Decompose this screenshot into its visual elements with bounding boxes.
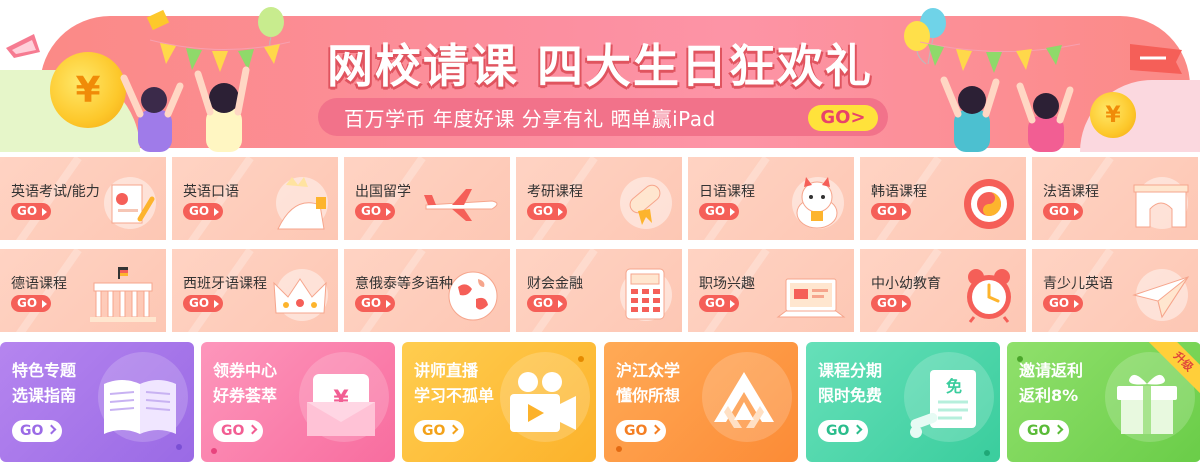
- card-go-button[interactable]: GO: [1019, 420, 1069, 442]
- category-label: 财会金融: [527, 276, 583, 292]
- card-title: 课程分期 限时免费: [818, 361, 883, 405]
- category-kids-english[interactable]: 青少儿英语 GO: [1032, 249, 1198, 332]
- category-label: 考研课程: [527, 184, 583, 200]
- category-label: 英语考试/能力: [11, 184, 100, 200]
- category-go-button[interactable]: GO: [183, 203, 223, 220]
- brandenburg-gate-icon: [88, 265, 158, 322]
- taegeuk-icon: [954, 173, 1018, 229]
- gift-box-icon: [1107, 366, 1187, 446]
- calculator-icon: [610, 265, 674, 321]
- category-korean[interactable]: 韩语课程 GO: [860, 157, 1026, 240]
- airplane-icon: [422, 173, 502, 229]
- category-go-button[interactable]: GO: [527, 203, 567, 220]
- category-label: 青少儿英语: [1043, 276, 1113, 292]
- category-go-button[interactable]: GO: [1043, 295, 1083, 312]
- category-label: 英语口语: [183, 184, 239, 200]
- coupon-icon: ¥: [301, 366, 381, 446]
- statue-of-liberty-icon: [266, 173, 330, 230]
- category-k12[interactable]: 中小幼教育 GO: [860, 249, 1026, 332]
- category-label: 韩语课程: [871, 184, 927, 200]
- category-go-button[interactable]: GO: [183, 295, 223, 312]
- category-go-button[interactable]: GO: [527, 295, 567, 312]
- category-postgraduate[interactable]: 考研课程 GO: [516, 157, 682, 240]
- card-go-button[interactable]: GO: [213, 420, 263, 442]
- banner-title: 网校请课 四大生日狂欢礼: [326, 39, 873, 93]
- card-go-button[interactable]: GO: [12, 420, 62, 442]
- crown-icon: [266, 265, 330, 321]
- mountain-logo-icon: [704, 366, 784, 446]
- card-title: 沪江众学 懂你所想: [616, 361, 681, 405]
- category-multilingual[interactable]: 意俄泰等多语种 GO: [344, 249, 510, 332]
- card-go-button[interactable]: GO: [616, 420, 666, 442]
- banner-subtitle-pill[interactable]: 百万学币 年度好课 分享有礼 晒单赢iPad GO>: [318, 98, 888, 136]
- video-camera-icon: [502, 366, 582, 446]
- card-hujiang-crowd[interactable]: 沪江众学 懂你所想 GO: [604, 342, 798, 462]
- card-go-button[interactable]: GO: [818, 420, 868, 442]
- category-go-button[interactable]: GO: [871, 295, 911, 312]
- free-document-icon: 免: [906, 366, 986, 446]
- card-invite-rebate[interactable]: 升级 邀请返利 返利8% GO: [1007, 342, 1200, 462]
- svg-text:免: 免: [946, 377, 962, 396]
- category-finance[interactable]: 财会金融 GO: [516, 249, 682, 332]
- paper-plane-icon: [1126, 265, 1190, 321]
- category-label: 职场兴趣: [699, 276, 755, 292]
- certificate-icon: [94, 173, 158, 229]
- card-go-button[interactable]: GO: [414, 420, 464, 442]
- category-label: 西班牙语课程: [183, 276, 267, 292]
- banner-subtitle: 百万学币 年度好课 分享有礼 晒单赢iPad: [344, 106, 716, 131]
- category-spanish[interactable]: 西班牙语课程 GO: [172, 249, 338, 332]
- card-title: 讲师直播 学习不孤单: [414, 361, 495, 405]
- card-title: 邀请返利 返利8%: [1019, 361, 1084, 405]
- banner-go-button[interactable]: GO>: [808, 105, 878, 131]
- category-go-button[interactable]: GO: [11, 295, 51, 312]
- category-go-button[interactable]: GO: [871, 203, 911, 220]
- category-english-exam[interactable]: 英语考试/能力 GO: [0, 157, 166, 240]
- card-coupon-center[interactable]: 领券中心 好券荟萃 GO ¥: [201, 342, 395, 462]
- category-japanese[interactable]: 日语课程 GO: [688, 157, 854, 240]
- category-label: 德语课程: [11, 276, 67, 292]
- category-german[interactable]: 德语课程 GO: [0, 249, 166, 332]
- lucky-cat-icon: [782, 173, 846, 229]
- laptop-icon: [776, 265, 846, 321]
- category-label: 出国留学: [355, 184, 411, 200]
- card-title: 领券中心 好券荟萃: [213, 361, 278, 405]
- arc-de-triomphe-icon: [1126, 173, 1190, 229]
- category-label: 法语课程: [1043, 184, 1099, 200]
- diploma-scroll-icon: [610, 173, 674, 229]
- coin-icon: ¥: [1090, 92, 1136, 138]
- card-title: 特色专题 选课指南: [12, 361, 77, 405]
- category-go-button[interactable]: GO: [699, 295, 739, 312]
- card-installment[interactable]: 课程分期 限时免费 GO 免: [806, 342, 1000, 462]
- card-live-lectures[interactable]: 讲师直播 学习不孤单 GO: [402, 342, 596, 462]
- category-label: 意俄泰等多语种: [355, 276, 453, 292]
- category-label: 日语课程: [699, 184, 755, 200]
- category-go-button[interactable]: GO: [11, 203, 51, 220]
- category-english-speaking[interactable]: 英语口语 GO: [172, 157, 338, 240]
- category-workplace[interactable]: 职场兴趣 GO: [688, 249, 854, 332]
- category-french[interactable]: 法语课程 GO: [1032, 157, 1198, 240]
- category-study-abroad[interactable]: 出国留学 GO: [344, 157, 510, 240]
- category-label: 中小幼教育: [871, 276, 941, 292]
- category-go-button[interactable]: GO: [1043, 203, 1083, 220]
- category-go-button[interactable]: GO: [355, 295, 395, 312]
- card-topics-guide[interactable]: 特色专题 选课指南 GO: [0, 342, 194, 462]
- promo-banner[interactable]: ¥ ¥ 网校请课 四大生日狂欢礼 百万学币 年度好课 分享有礼 晒单赢iPad …: [0, 0, 1200, 152]
- open-book-icon: [100, 366, 180, 446]
- category-go-button[interactable]: GO: [355, 203, 395, 220]
- category-go-button[interactable]: GO: [699, 203, 739, 220]
- alarm-clock-icon: [954, 265, 1018, 323]
